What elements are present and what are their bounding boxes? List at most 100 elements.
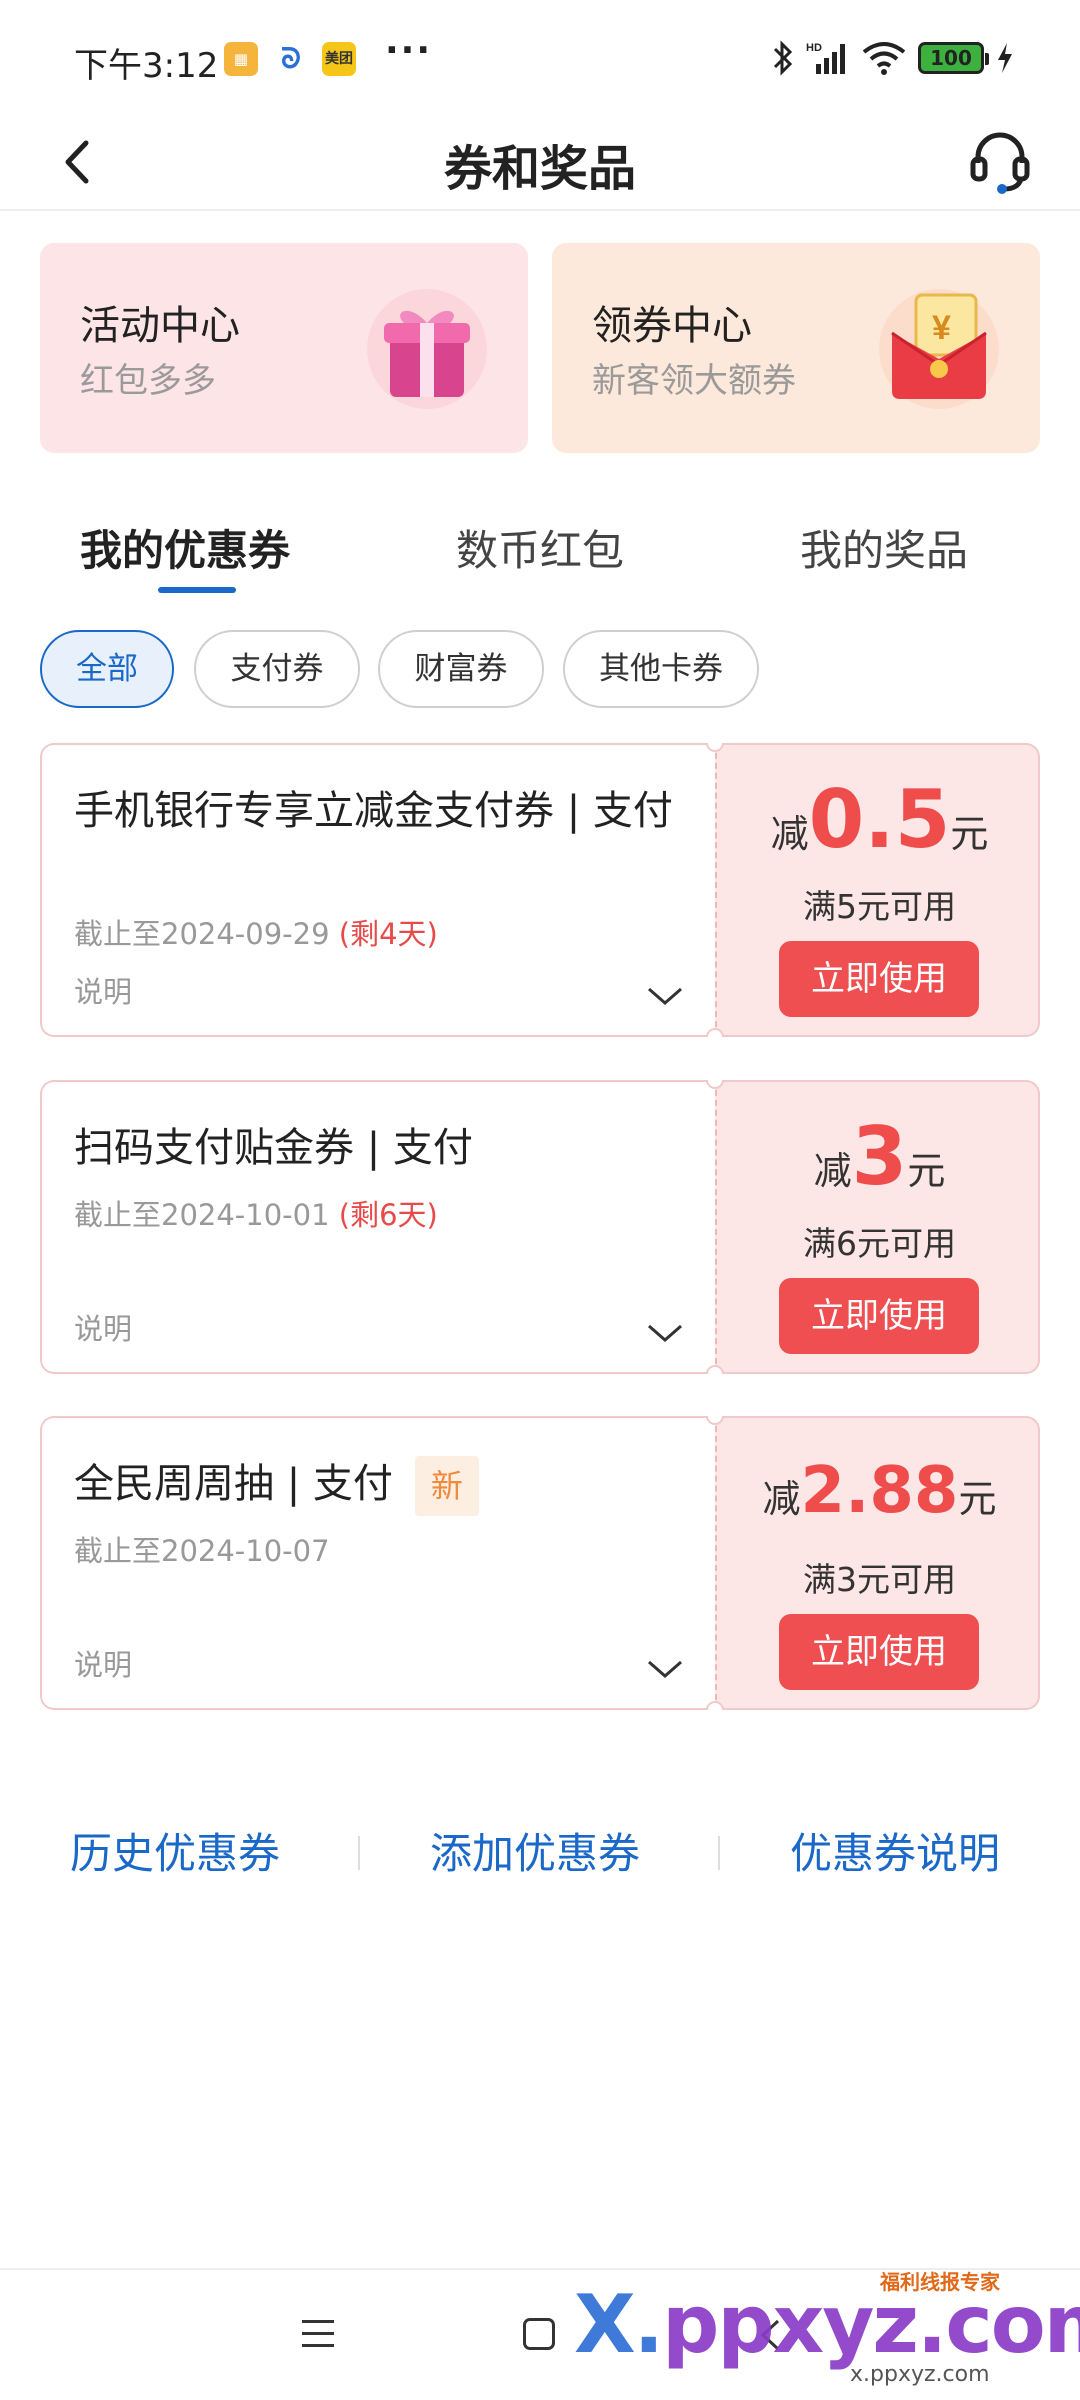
watermark-url: x.ppxyz.com bbox=[850, 2362, 990, 2387]
coupon-center-card[interactable]: 领券中心 新客领大额券 ¥ bbox=[552, 243, 1040, 453]
link-divider bbox=[358, 1836, 360, 1870]
recent-apps-icon[interactable] bbox=[300, 2314, 336, 2354]
coupon-condition: 满3元可用 bbox=[803, 1560, 956, 1599]
coupon-value-panel: 减2.88元 满3元可用 立即使用 bbox=[715, 1416, 1040, 1710]
coupon-details: 手机银行专享立减金支付券 | 支付 截止至2024-09-29 (剩4天) 说明 bbox=[40, 743, 715, 1037]
coupon-title-text: 全民周周抽 | 支付 bbox=[74, 1461, 393, 1507]
link-divider bbox=[718, 1836, 720, 1870]
filter-other-cards[interactable]: 其他卡券 bbox=[563, 630, 759, 708]
more-notifications-icon: ··· bbox=[385, 30, 433, 71]
use-now-button[interactable]: 立即使用 bbox=[779, 941, 979, 1017]
coupon-tabs: 我的优惠券 数币红包 我的奖品 bbox=[0, 505, 1080, 605]
add-coupon-link[interactable]: 添加优惠券 bbox=[430, 1820, 640, 1881]
expiry-date: 截止至2024-10-01 bbox=[74, 1198, 330, 1232]
amount-unit: 元 bbox=[958, 1477, 997, 1521]
svg-text:HD: HD bbox=[806, 42, 822, 54]
promo-subtitle: 新客领大额券 bbox=[592, 361, 796, 401]
tab-digital-red-packets[interactable]: 数币红包 bbox=[456, 517, 624, 578]
new-badge: 新 bbox=[414, 1456, 479, 1516]
coupon-description-toggle[interactable]: 说明 bbox=[74, 969, 132, 1011]
amount-unit: 元 bbox=[950, 812, 989, 856]
chevron-down-icon[interactable] bbox=[645, 1318, 685, 1348]
chevron-down-icon[interactable] bbox=[645, 981, 685, 1011]
status-bar: 下午3:12 ▦ ᘐ 美团 ··· HD 100 bbox=[0, 0, 1080, 115]
promo-subtitle: 红包多多 bbox=[80, 361, 216, 401]
coupon-title: 扫码支付贴金券 | 支付 bbox=[74, 1125, 473, 1171]
notes-app-icon: ▦ bbox=[224, 42, 258, 76]
amount-value: 2.88 bbox=[800, 1454, 959, 1528]
coupon-amount: 减0.5元 bbox=[717, 773, 1042, 866]
use-now-button[interactable]: 立即使用 bbox=[779, 1278, 979, 1354]
days-remaining: (剩4天) bbox=[338, 917, 438, 951]
page-title: 券和奖品 bbox=[443, 141, 636, 197]
signal-icon: HD bbox=[806, 42, 845, 74]
coupon-card: 手机银行专享立减金支付券 | 支付 截止至2024-09-29 (剩4天) 说明… bbox=[40, 743, 1040, 1037]
coupon-title: 手机银行专享立减金支付券 | 支付 bbox=[74, 788, 673, 834]
coupon-condition: 满5元可用 bbox=[803, 887, 956, 926]
coupon-notch bbox=[706, 743, 724, 752]
use-now-button[interactable]: 立即使用 bbox=[779, 1614, 979, 1690]
coupon-amount: 减2.88元 bbox=[717, 1454, 1042, 1528]
coupon-title: 全民周周抽 | 支付新 bbox=[74, 1456, 684, 1516]
chevron-down-icon[interactable] bbox=[645, 1654, 685, 1684]
coupon-details: 全民周周抽 | 支付新 截止至2024-10-07 说明 bbox=[40, 1416, 715, 1710]
coupon-expiry: 截止至2024-10-07 bbox=[74, 1528, 330, 1570]
customer-service-button[interactable] bbox=[960, 121, 1040, 201]
promo-title: 领券中心 bbox=[592, 303, 752, 349]
gift-box-icon bbox=[367, 289, 487, 409]
coupon-value-panel: 减3元 满6元可用 立即使用 bbox=[715, 1080, 1040, 1374]
watermark-logo-rest: ppxyz.com bbox=[662, 2278, 1080, 2371]
coupon-amount: 减3元 bbox=[717, 1110, 1042, 1203]
filter-payment[interactable]: 支付券 bbox=[194, 630, 360, 708]
expiry-date: 截止至2024-09-29 bbox=[74, 917, 330, 951]
coupon-card: 全民周周抽 | 支付新 截止至2024-10-07 说明 减2.88元 满3元可… bbox=[40, 1416, 1040, 1710]
days-remaining: (剩6天) bbox=[338, 1198, 438, 1232]
amount-prefix: 减 bbox=[813, 1149, 852, 1193]
coupon-expiry: 截止至2024-10-01 (剩6天) bbox=[74, 1192, 438, 1234]
coupon-footer-links: 历史优惠券 添加优惠券 优惠券说明 bbox=[0, 1810, 1080, 1890]
amount-prefix: 减 bbox=[770, 812, 809, 856]
coupon-card: 扫码支付贴金券 | 支付 截止至2024-10-01 (剩6天) 说明 减3元 … bbox=[40, 1080, 1040, 1374]
coupon-info-link[interactable]: 优惠券说明 bbox=[790, 1820, 1000, 1881]
watermark-logo: X.ppxyz.com bbox=[574, 2278, 1080, 2371]
charging-icon bbox=[998, 43, 1012, 73]
tab-my-prizes[interactable]: 我的奖品 bbox=[800, 517, 968, 578]
watermark-logo-x: X. bbox=[574, 2278, 664, 2371]
history-coupons-link[interactable]: 历史优惠券 bbox=[70, 1820, 280, 1881]
filter-chips: 全部 支付券 财富券 其他卡券 bbox=[0, 630, 1080, 710]
expiry-date: 截止至2024-10-07 bbox=[74, 1534, 330, 1568]
coupon-value-panel: 减0.5元 满5元可用 立即使用 bbox=[715, 743, 1040, 1037]
coupon-notch bbox=[706, 1701, 724, 1710]
coupon-notch bbox=[706, 1080, 724, 1089]
coupon-details: 扫码支付贴金券 | 支付 截止至2024-10-01 (剩6天) 说明 bbox=[40, 1080, 715, 1374]
status-indicators: HD 100 bbox=[772, 38, 1014, 78]
activity-center-card[interactable]: 活动中心 红包多多 bbox=[40, 243, 528, 453]
bluetooth-icon bbox=[773, 40, 793, 76]
headset-icon bbox=[970, 132, 1030, 194]
coupon-notch bbox=[706, 1365, 724, 1374]
status-time: 下午3:12 bbox=[74, 46, 219, 86]
wifi-icon bbox=[862, 42, 906, 75]
meituan-app-icon: 美团 bbox=[322, 42, 356, 76]
coupon-expiry: 截止至2024-09-29 (剩4天) bbox=[74, 911, 438, 953]
coupon-condition: 满6元可用 bbox=[803, 1224, 956, 1263]
amount-value: 0.5 bbox=[808, 773, 951, 866]
home-button[interactable] bbox=[523, 2318, 555, 2350]
top-header: 券和奖品 bbox=[0, 115, 1080, 211]
filter-wealth[interactable]: 财富券 bbox=[378, 630, 544, 708]
red-envelope-icon: ¥ bbox=[879, 289, 999, 409]
amount-value: 3 bbox=[851, 1110, 908, 1203]
coupon-notch bbox=[706, 1028, 724, 1037]
battery-indicator: 100 bbox=[918, 42, 989, 74]
promo-title: 活动中心 bbox=[80, 303, 240, 349]
active-tab-indicator bbox=[158, 587, 236, 593]
amount-unit: 元 bbox=[907, 1149, 946, 1193]
svg-text:¥: ¥ bbox=[932, 309, 951, 347]
coupon-notch bbox=[706, 1416, 724, 1425]
coupon-description-toggle[interactable]: 说明 bbox=[74, 1306, 132, 1348]
bank-app-icon: ᘐ bbox=[281, 42, 301, 75]
coupon-description-toggle[interactable]: 说明 bbox=[74, 1642, 132, 1684]
amount-prefix: 减 bbox=[762, 1477, 801, 1521]
filter-all[interactable]: 全部 bbox=[40, 630, 174, 708]
tab-my-coupons[interactable]: 我的优惠券 bbox=[80, 517, 290, 578]
